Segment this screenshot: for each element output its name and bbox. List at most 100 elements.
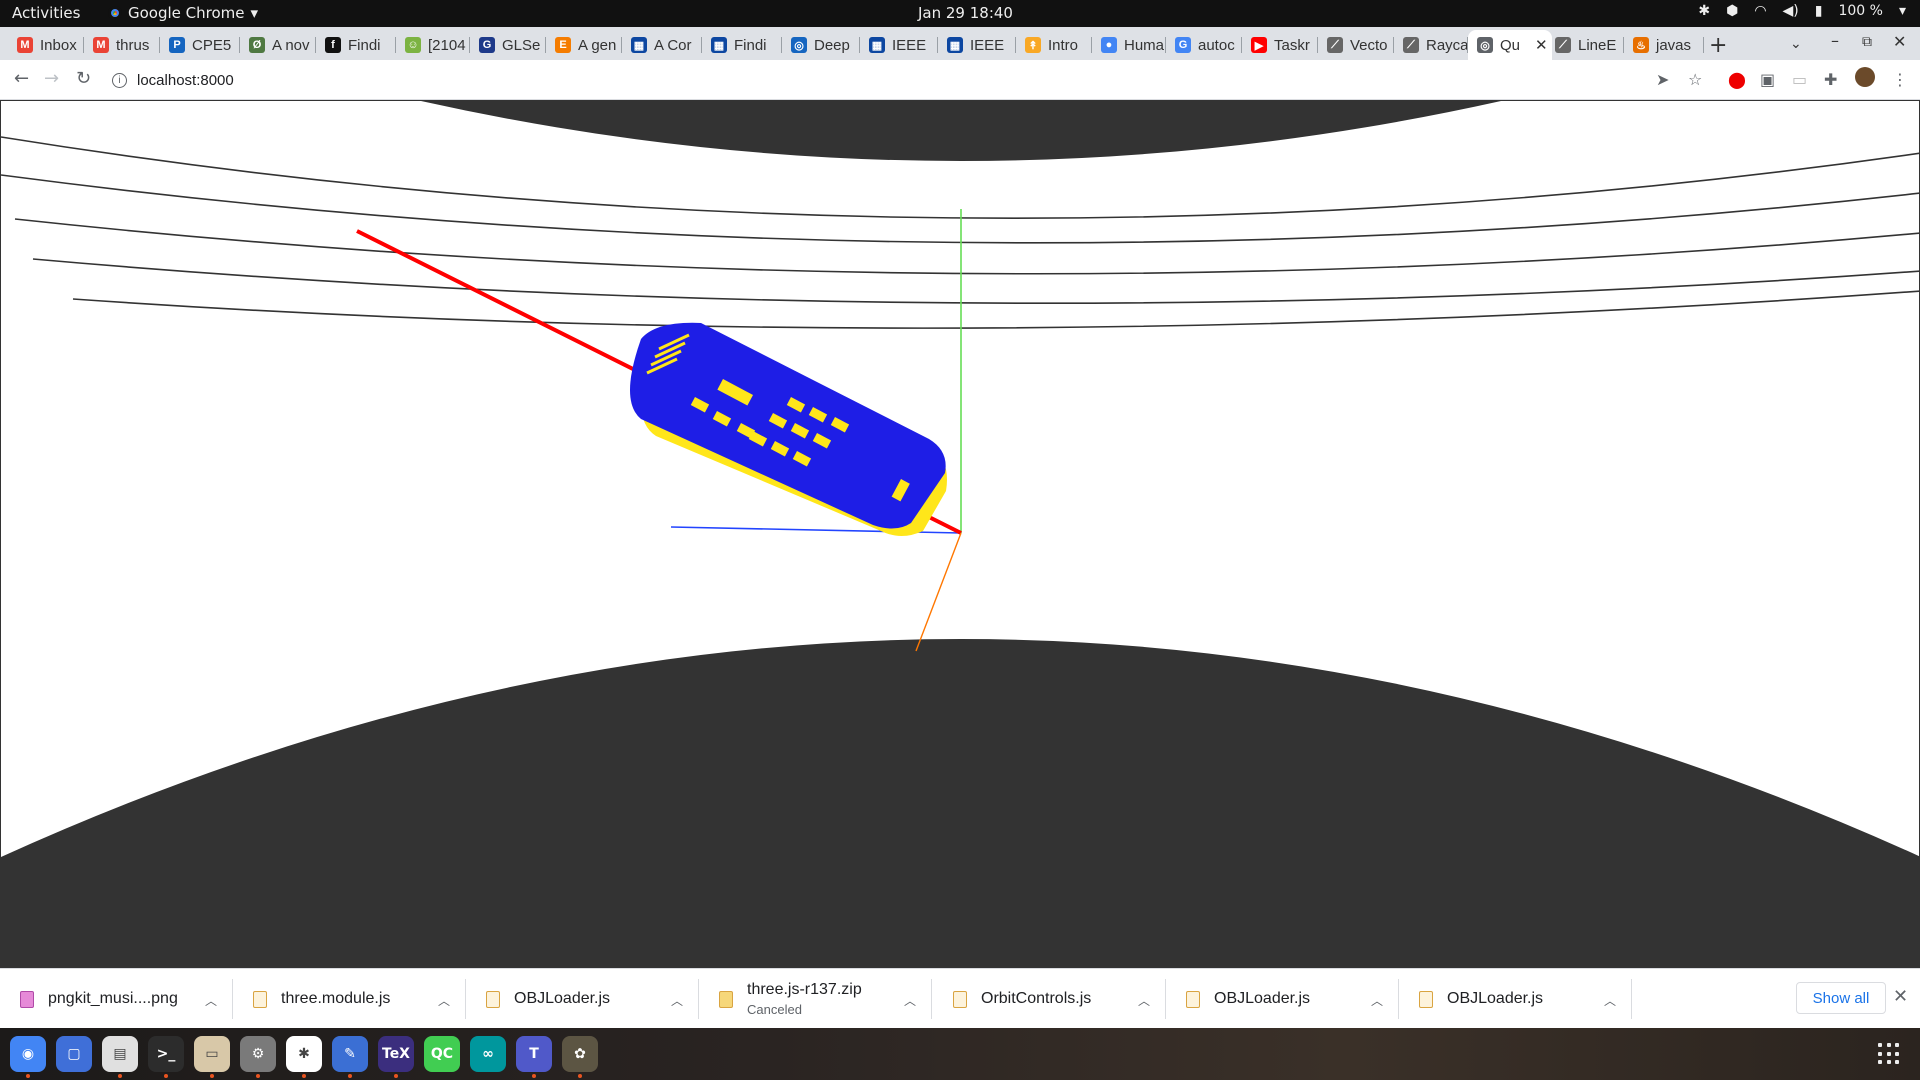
tab-label: A Cor xyxy=(654,36,692,54)
battery-icon[interactable]: ▮ xyxy=(1815,3,1823,19)
js-file-icon xyxy=(1186,990,1200,1008)
app-menu[interactable]: Google Chrome ▾ xyxy=(108,4,258,22)
files-app-icon[interactable]: ▭ xyxy=(194,1036,230,1078)
browser-tab[interactable]: f Findi xyxy=(316,30,396,60)
browser-tab[interactable]: ⟋ Rayca xyxy=(1394,30,1468,60)
system-tray[interactable]: ✱ ⬢ ◠ ◀) ▮ 100 % ▾ xyxy=(1698,3,1906,19)
gimp-app-icon[interactable]: ✿ xyxy=(562,1036,598,1078)
download-item[interactable]: OBJLoader.js ︿ xyxy=(1419,969,1644,1029)
browser-tab[interactable]: ↟ Intro xyxy=(1016,30,1092,60)
wifi-icon[interactable]: ◠ xyxy=(1754,3,1766,19)
show-all-button[interactable]: Show all xyxy=(1796,982,1886,1014)
teams-tray-icon[interactable]: ⬢ xyxy=(1726,3,1738,19)
teams-app-icon[interactable]: T xyxy=(516,1036,552,1078)
forward-arrow-icon[interactable]: → xyxy=(44,68,59,89)
slack-app-icon[interactable]: ✱ xyxy=(286,1036,322,1078)
texstudio-app-icon[interactable]: TeX xyxy=(378,1036,414,1078)
chevron-up-icon[interactable]: ︿ xyxy=(1371,992,1383,1009)
extension-icon[interactable]: ▣ xyxy=(1760,70,1775,89)
browser-tab[interactable]: Gautoc xyxy=(1166,30,1242,60)
browser-tab[interactable]: ☺ [2104 xyxy=(396,30,470,60)
url-text[interactable]: localhost:8000 xyxy=(137,72,234,89)
smiley-icon: ☺ xyxy=(405,37,421,53)
download-item[interactable]: OBJLoader.js ︿ xyxy=(1186,969,1411,1029)
remote-control-3d-model[interactable] xyxy=(630,322,947,536)
browser-tab[interactable]: ◎ Deep xyxy=(782,30,860,60)
download-item[interactable]: OrbitControls.js ︿ xyxy=(953,969,1178,1029)
address-bar[interactable]: i localhost:8000 xyxy=(112,66,1677,94)
browser-toolbar: ← → ↻ i localhost:8000 ➤ ☆ ⬤ ▣ ▭ ✚ ⋮ xyxy=(0,60,1920,100)
system-menu-arrow-icon[interactable]: ▾ xyxy=(1899,3,1906,19)
terminal-app-icon[interactable]: >_ xyxy=(148,1036,184,1078)
bookmark-star-icon[interactable]: ☆ xyxy=(1688,70,1702,89)
profile-avatar[interactable] xyxy=(1855,67,1875,87)
chevron-up-icon[interactable]: ︿ xyxy=(671,992,683,1009)
browser-tab[interactable]: ▦ A Cor xyxy=(622,30,702,60)
tab-label: Qu xyxy=(1500,36,1521,54)
download-divider xyxy=(698,979,699,1019)
browser-tab[interactable]: ▦ Findi xyxy=(702,30,782,60)
new-tab-button[interactable]: + xyxy=(1709,33,1727,58)
chrome-small-icon xyxy=(108,6,122,20)
arduino-app-icon[interactable]: ∞ xyxy=(470,1036,506,1072)
settings-app-icon[interactable]: ⚙ xyxy=(240,1036,276,1078)
chevron-up-icon[interactable]: ︿ xyxy=(1604,992,1616,1009)
js-file-icon xyxy=(953,990,967,1008)
running-indicator xyxy=(210,1074,214,1078)
document-viewer-app-icon[interactable]: ▤ xyxy=(102,1036,138,1078)
download-item[interactable]: three.js-r137.zip Canceled ︿ xyxy=(719,969,944,1029)
minimize-window-icon[interactable]: – xyxy=(1831,31,1839,50)
download-item[interactable]: pngkit_musi....png ︿ xyxy=(20,969,245,1029)
maximize-window-icon[interactable]: ⧉ xyxy=(1862,34,1872,50)
tab-label: Inbox xyxy=(40,36,77,54)
chevron-up-icon[interactable]: ︿ xyxy=(1138,992,1150,1009)
chevron-up-icon[interactable]: ︿ xyxy=(904,992,916,1009)
browser-tab[interactable]: Ø A nov xyxy=(240,30,316,60)
globe-icon: ◎ xyxy=(791,37,807,53)
browser-tab[interactable]: ▦ IEEE xyxy=(938,30,1016,60)
slack-tray-icon[interactable]: ✱ xyxy=(1698,3,1710,19)
qtcreator-app-icon[interactable]: QC xyxy=(424,1036,460,1072)
text-editor-app-icon[interactable]: ✎ xyxy=(332,1036,368,1078)
zip-file-icon xyxy=(719,990,733,1008)
tab-label: Huma xyxy=(1124,36,1165,54)
three-js-scene[interactable] xyxy=(1,101,1920,968)
clock[interactable]: Jan 29 18:40 xyxy=(918,4,1013,22)
browser-tab[interactable]: ▶ Taskr xyxy=(1242,30,1318,60)
browser-tab[interactable]: E A gen xyxy=(546,30,622,60)
browser-tab[interactable]: ● Huma xyxy=(1092,30,1166,60)
google-icon: G xyxy=(1175,37,1191,53)
puzzle-extensions-icon[interactable]: ✚ xyxy=(1824,70,1837,89)
back-arrow-icon[interactable]: ← xyxy=(14,68,29,89)
chevron-up-icon[interactable]: ︿ xyxy=(205,992,217,1009)
send-icon[interactable]: ➤ xyxy=(1656,70,1669,89)
screenshot-app-icon[interactable]: ▢ xyxy=(56,1036,92,1072)
browser-tab[interactable]: P CPE5 xyxy=(160,30,240,60)
reload-icon[interactable]: ↻ xyxy=(76,68,91,89)
chevron-up-icon[interactable]: ︿ xyxy=(438,992,450,1009)
close-shelf-icon[interactable]: ✕ xyxy=(1893,986,1908,1007)
show-applications-icon[interactable] xyxy=(1878,1043,1900,1065)
browser-tab[interactable]: ▦ IEEE xyxy=(860,30,938,60)
site-info-icon[interactable]: i xyxy=(112,72,127,88)
chrome-menu-icon[interactable]: ⋮ xyxy=(1892,70,1908,89)
download-item[interactable]: three.module.js ︿ xyxy=(253,969,478,1029)
browser-tab[interactable]: ⟋ Vecto xyxy=(1318,30,1394,60)
tab-search-icon[interactable]: ⌄ xyxy=(1790,36,1802,52)
opera-extension-icon[interactable]: ⬤ xyxy=(1728,70,1746,89)
raycast-icon: ⟋ xyxy=(1327,37,1343,53)
close-window-icon[interactable]: ✕ xyxy=(1893,32,1906,51)
chrome-app-icon[interactable]: ◉ xyxy=(10,1036,46,1078)
webgl-viewport[interactable] xyxy=(0,100,1920,968)
browser-tab[interactable]: Mthrus xyxy=(84,30,160,60)
tex-extension-icon[interactable]: ▭ xyxy=(1792,70,1807,89)
volume-icon[interactable]: ◀) xyxy=(1783,3,1799,19)
download-item[interactable]: OBJLoader.js ︿ xyxy=(486,969,711,1029)
activities-button[interactable]: Activities xyxy=(12,4,80,22)
browser-tab[interactable]: ⟋ LineE xyxy=(1546,30,1624,60)
tab-label: Deep xyxy=(814,36,850,54)
browser-tab[interactable]: ◎ Qu ✕ xyxy=(1468,30,1552,60)
browser-tab[interactable]: M Inbox xyxy=(8,30,84,60)
browser-tab[interactable]: G GLSe xyxy=(470,30,546,60)
browser-tab[interactable]: ♨ javas xyxy=(1624,30,1704,60)
